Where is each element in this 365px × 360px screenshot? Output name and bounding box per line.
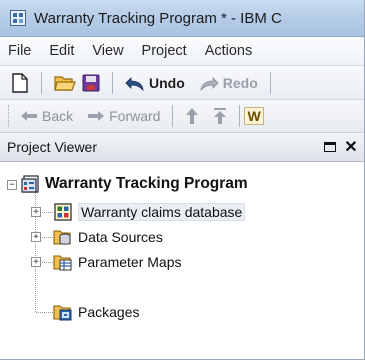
menu-view[interactable]: View	[92, 43, 123, 59]
menu-file[interactable]: File	[8, 43, 31, 59]
toolbar-separator	[41, 71, 42, 94]
tree-node-label: Data Sources	[78, 229, 163, 245]
toolbar-separator	[112, 71, 113, 94]
tree-root-node[interactable]: Warranty Tracking Program	[20, 172, 248, 196]
tree-node-packages[interactable]: Packages	[53, 300, 139, 324]
toolbar-grip[interactable]	[8, 105, 11, 127]
menu-actions[interactable]: Actions	[205, 43, 253, 59]
tree-node-label: Warranty claims database	[78, 203, 246, 221]
title-bar[interactable]: Warranty Tracking Program * - IBM C	[0, 0, 364, 37]
undo-icon	[125, 76, 144, 91]
model-icon	[54, 203, 72, 221]
pane-close-button[interactable]: ✕	[341, 137, 361, 157]
tree-node-label: Packages	[78, 304, 140, 320]
back-label: Back	[42, 108, 74, 124]
back-arrow-icon	[21, 111, 37, 121]
menu-edit[interactable]: Edit	[49, 43, 74, 59]
project-icon	[21, 175, 39, 193]
menu-bar: File Edit View Project Actions	[0, 37, 364, 66]
tree-node-warranty-claims[interactable]: Warranty claims database	[53, 200, 246, 224]
toolbar-separator	[269, 71, 271, 94]
redo-button: Redo	[196, 70, 261, 96]
parameter-maps-icon	[53, 255, 72, 271]
top-button	[210, 103, 230, 129]
tree-collapse-toggle[interactable]: −	[7, 180, 17, 190]
restore-window-icon	[324, 142, 336, 152]
tree-expand-toggle[interactable]: +	[31, 257, 41, 267]
tree-root-label: Warranty Tracking Program	[45, 175, 248, 192]
up-button	[182, 103, 202, 129]
save-icon	[82, 74, 100, 91]
pane-restore-button[interactable]	[320, 137, 340, 157]
tree-node-data-sources[interactable]: Data Sources	[53, 225, 163, 249]
forward-button: Forward	[84, 103, 163, 129]
tree-node-parameter-maps[interactable]: Parameter Maps	[53, 250, 181, 274]
close-icon: ✕	[344, 139, 358, 156]
pane-title: Project Viewer	[7, 139, 98, 155]
toolbar-separator	[239, 105, 241, 127]
window-title: Warranty Tracking Program * - IBM C	[34, 9, 282, 27]
application-window: Warranty Tracking Program * - IBM C File…	[0, 0, 365, 360]
back-button: Back	[17, 103, 76, 129]
forward-arrow-icon	[88, 111, 105, 121]
app-icon	[10, 10, 26, 26]
tree-connector	[36, 312, 53, 313]
open-folder-icon	[54, 75, 76, 91]
data-sources-icon	[53, 230, 71, 245]
up-arrow-icon	[186, 108, 199, 124]
standard-toolbar: Undo Redo	[0, 66, 364, 100]
redo-label: Redo	[222, 74, 258, 91]
new-document-icon	[12, 72, 28, 93]
w-button[interactable]: W	[244, 107, 264, 125]
tree-expand-toggle[interactable]: +	[31, 207, 41, 217]
toolbar-separator	[172, 105, 174, 127]
go-to-top-icon	[214, 108, 227, 124]
tree-node-label: Parameter Maps	[78, 254, 182, 270]
packages-icon	[53, 305, 72, 321]
project-viewer-header: Project Viewer ✕	[0, 133, 364, 162]
navigation-toolbar: Back Forward W	[0, 100, 364, 133]
project-tree: − Warranty Tracking Program + Warranty c…	[0, 162, 364, 359]
menu-project[interactable]: Project	[142, 43, 187, 59]
new-button[interactable]	[8, 70, 32, 96]
tree-expand-toggle[interactable]: +	[31, 232, 41, 242]
undo-label: Undo	[149, 74, 185, 91]
undo-button[interactable]: Undo	[122, 70, 188, 96]
redo-icon	[200, 76, 219, 91]
save-button[interactable]	[79, 70, 103, 96]
open-button[interactable]	[51, 70, 79, 96]
forward-label: Forward	[109, 108, 161, 124]
